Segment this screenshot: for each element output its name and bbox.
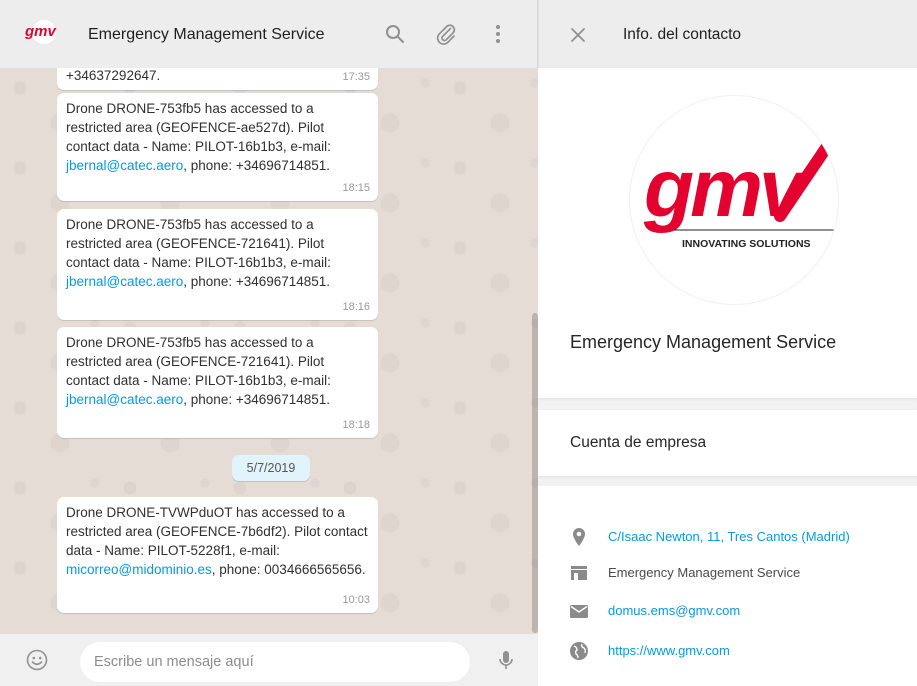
menu-icon[interactable] bbox=[486, 22, 510, 46]
info-title: Info. del contacto bbox=[623, 26, 742, 43]
message-bubble[interactable]: Drone DRONE-753fb5 has accessed to a res… bbox=[57, 209, 378, 320]
email-row[interactable]: domus.ems@gmv.com bbox=[538, 598, 917, 628]
website-link[interactable]: https://www.gmv.com bbox=[608, 643, 730, 658]
message-text-suffix: , phone: +34696714851. bbox=[183, 158, 331, 173]
email-link[interactable]: domus.ems@gmv.com bbox=[608, 603, 740, 618]
message-list[interactable]: +34637292647. 17:35 Drone DRONE-753fb5 h… bbox=[0, 68, 538, 634]
profile-name: Emergency Management Service bbox=[570, 332, 837, 352]
message-bubble[interactable]: Drone DRONE-753fb5 has accessed to a res… bbox=[57, 327, 378, 438]
message-text: Drone DRONE-753fb5 has accessed to a res… bbox=[66, 101, 331, 154]
message-time: 18:16 bbox=[342, 301, 370, 313]
message-time: 18:15 bbox=[342, 182, 370, 194]
business-account-card: Cuenta de empresa bbox=[538, 410, 917, 476]
message-time: 18:18 bbox=[342, 419, 370, 431]
message-email-link[interactable]: jbernal@catec.aero bbox=[66, 274, 183, 289]
message-input[interactable] bbox=[80, 642, 470, 682]
gmv-logo-small[interactable]: gmv bbox=[22, 20, 66, 44]
chat-logo-text: gmv bbox=[24, 23, 58, 40]
search-icon[interactable] bbox=[383, 22, 407, 46]
message-bubble[interactable]: Drone DRONE-TVWPduOT has accessed to a r… bbox=[57, 497, 378, 613]
website-row[interactable]: https://www.gmv.com bbox=[538, 638, 917, 668]
mail-icon bbox=[570, 605, 588, 618]
contact-info-pane: Info. del contacto gmv INNOVATING SOLUTI… bbox=[538, 0, 917, 686]
message-email-link[interactable]: jbernal@catec.aero bbox=[66, 158, 183, 173]
emoji-icon[interactable] bbox=[25, 648, 49, 672]
profile-avatar[interactable]: gmv INNOVATING SOLUTIONS bbox=[630, 96, 838, 304]
message-email-link[interactable]: jbernal@catec.aero bbox=[66, 392, 183, 407]
business-details-card: C/Isaac Newton, 11, Tres Cantos (Madrid)… bbox=[538, 486, 917, 686]
message-text-suffix: , phone: +34696714851. bbox=[183, 392, 331, 407]
business-account-label: Cuenta de empresa bbox=[570, 434, 707, 451]
message-text: Drone DRONE-TVWPduOT has accessed to a r… bbox=[66, 505, 368, 558]
message-time: 10:03 bbox=[342, 594, 370, 606]
profile-card: gmv INNOVATING SOLUTIONS Emergency Manag… bbox=[538, 68, 917, 398]
message-text: Drone DRONE-753fb5 has accessed to a res… bbox=[66, 217, 331, 270]
info-header: Info. del contacto bbox=[538, 0, 917, 68]
message-text-suffix: , phone: +34696714851. bbox=[183, 274, 331, 289]
message-text-suffix: , phone: 0034666565656. bbox=[211, 562, 366, 577]
store-icon bbox=[571, 566, 587, 580]
date-separator: 5/7/2019 bbox=[232, 455, 310, 481]
composer-bar bbox=[0, 634, 538, 686]
message-text: Drone DRONE-753fb5 has accessed to a res… bbox=[66, 335, 331, 388]
category-text: Emergency Management Service bbox=[608, 565, 801, 580]
globe-icon bbox=[570, 642, 588, 660]
category-row: Emergency Management Service bbox=[538, 560, 917, 590]
attach-icon[interactable] bbox=[434, 22, 458, 46]
close-icon[interactable] bbox=[567, 24, 589, 46]
chat-header[interactable]: gmv Emergency Management Service bbox=[0, 0, 538, 68]
message-email-link[interactable]: micorreo@midominio.es bbox=[66, 562, 212, 577]
message-bubble[interactable]: +34637292647. 17:35 bbox=[57, 68, 378, 90]
gmv-logo: gmv INNOVATING SOLUTIONS bbox=[643, 142, 835, 250]
message-time: 17:35 bbox=[342, 71, 370, 83]
microphone-icon[interactable] bbox=[494, 648, 518, 672]
message-text: +34637292647. bbox=[66, 68, 161, 83]
chat-pane: gmv Emergency Management Service +346372… bbox=[0, 0, 538, 686]
logo-tagline: INNOVATING SOLUTIONS bbox=[682, 238, 811, 250]
location-pin-icon bbox=[573, 528, 585, 546]
message-bubble[interactable]: Drone DRONE-753fb5 has accessed to a res… bbox=[57, 93, 378, 201]
address-link[interactable]: C/Isaac Newton, 11, Tres Cantos (Madrid) bbox=[608, 529, 850, 544]
chat-title[interactable]: Emergency Management Service bbox=[88, 26, 325, 44]
address-row[interactable]: C/Isaac Newton, 11, Tres Cantos (Madrid) bbox=[538, 524, 917, 554]
